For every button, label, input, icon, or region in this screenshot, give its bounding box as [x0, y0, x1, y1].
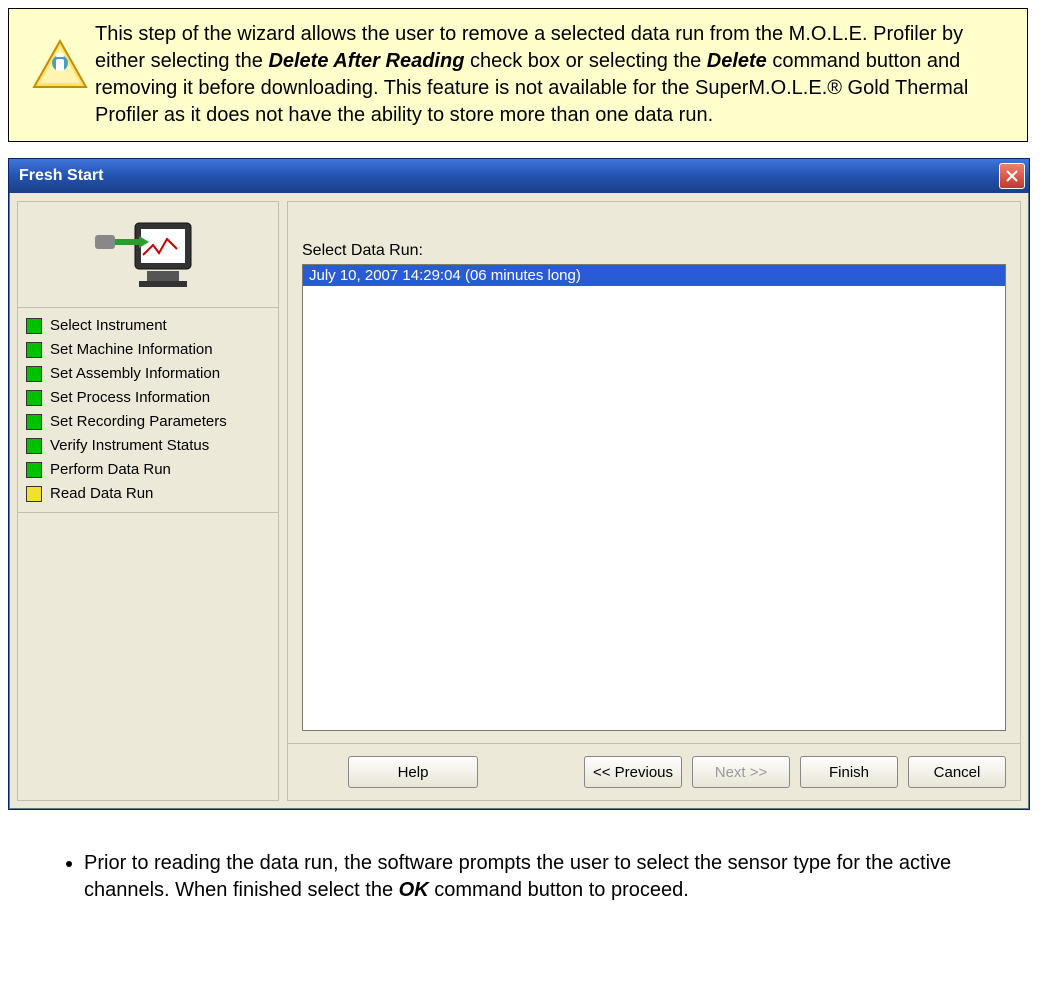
step-status-icon — [26, 390, 42, 406]
step-status-icon — [26, 438, 42, 454]
next-button: Next >> — [692, 756, 790, 788]
info-callout: This step of the wizard allows the user … — [8, 8, 1028, 142]
data-run-item[interactable]: July 10, 2007 14:29:04 (06 minutes long) — [303, 265, 1005, 286]
step-status-icon — [26, 366, 42, 382]
info-icon — [25, 21, 95, 95]
close-button[interactable] — [999, 163, 1025, 189]
step-set-assembly-info: Set Assembly Information — [26, 362, 270, 386]
bullet-sensor-type: Prior to reading the data run, the softw… — [84, 850, 1000, 904]
step-select-instrument: Select Instrument — [26, 314, 270, 338]
titlebar: Fresh Start — [9, 159, 1029, 193]
callout-text: This step of the wizard allows the user … — [95, 21, 1011, 129]
wizard-buttons: Help << Previous Next >> Finish Cancel — [288, 743, 1020, 800]
window-title: Fresh Start — [19, 167, 103, 185]
step-set-recording-params: Set Recording Parameters — [26, 410, 270, 434]
help-button[interactable]: Help — [348, 756, 478, 788]
finish-button[interactable]: Finish — [800, 756, 898, 788]
step-verify-instrument: Verify Instrument Status — [26, 434, 270, 458]
step-status-icon — [26, 318, 42, 334]
step-set-machine-info: Set Machine Information — [26, 338, 270, 362]
wizard-steps: Select Instrument Set Machine Informatio… — [18, 307, 278, 513]
post-dialog-text: Prior to reading the data run, the softw… — [60, 850, 1000, 904]
step-status-icon — [26, 486, 42, 502]
data-run-listbox[interactable]: July 10, 2007 14:29:04 (06 minutes long) — [302, 264, 1006, 731]
step-read-data-run: Read Data Run — [26, 482, 270, 506]
step-perform-data-run: Perform Data Run — [26, 458, 270, 482]
wizard-graphic — [18, 202, 278, 307]
fresh-start-dialog: Fresh Start Select Instrument — [8, 158, 1030, 810]
previous-button[interactable]: << Previous — [584, 756, 682, 788]
step-status-icon — [26, 462, 42, 478]
wizard-sidebar: Select Instrument Set Machine Informatio… — [17, 201, 279, 801]
cancel-button[interactable]: Cancel — [908, 756, 1006, 788]
step-status-icon — [26, 414, 42, 430]
select-data-run-label: Select Data Run: — [302, 242, 1006, 260]
step-status-icon — [26, 342, 42, 358]
wizard-content: Select Data Run: July 10, 2007 14:29:04 … — [287, 201, 1021, 801]
step-set-process-info: Set Process Information — [26, 386, 270, 410]
